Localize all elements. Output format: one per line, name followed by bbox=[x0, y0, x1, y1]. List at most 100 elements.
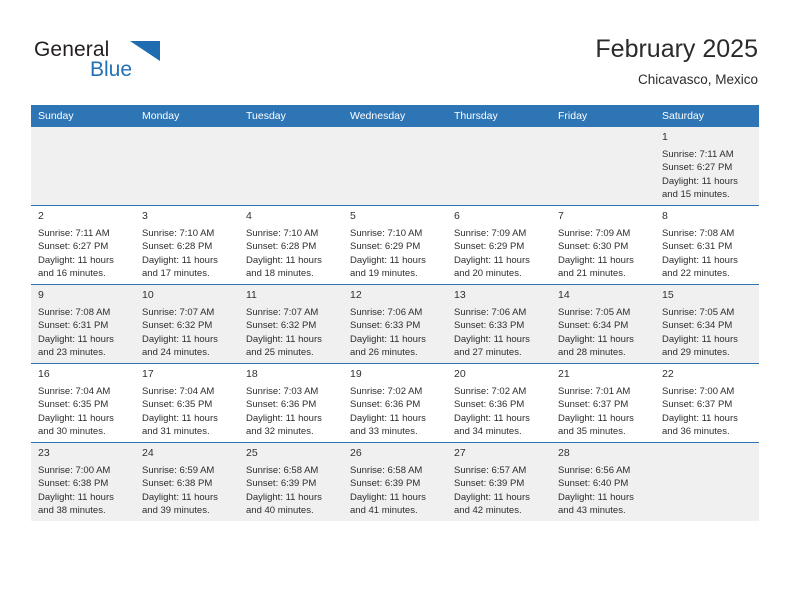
sunrise-text: Sunrise: 6:59 AM bbox=[142, 465, 215, 476]
sunset-text: Sunset: 6:29 PM bbox=[350, 241, 421, 253]
calendar-day-cell[interactable]: 25 Sunrise: 6:58 AM Sunset: 6:39 PM Dayligh… bbox=[239, 442, 343, 521]
day-number: 13 bbox=[454, 289, 466, 301]
calendar-day-cell[interactable]: 2 Sunrise: 7:11 AM Sunset: 6:27 PM Daylight… bbox=[31, 205, 135, 285]
daylight-text-line2: and 39 minutes. bbox=[142, 505, 210, 517]
calendar-week-row: 9 Sunrise: 7:08 AM Sunset: 6:31 PM Daylight… bbox=[31, 284, 759, 364]
day-details: Sunrise: 7:11 AM Sunset: 6:27 PM Daylight:… bbox=[655, 147, 759, 202]
brand-logo[interactable]: General Blue bbox=[34, 38, 214, 88]
sunrise-text: Sunrise: 7:00 AM bbox=[38, 465, 111, 476]
day-details: Sunrise: 7:08 AM Sunset: 6:31 PM Daylight:… bbox=[31, 305, 135, 360]
day-number: 5 bbox=[350, 210, 356, 222]
sunrise-text: Sunrise: 7:10 AM bbox=[142, 228, 215, 239]
sunrise-text: Sunrise: 7:11 AM bbox=[38, 228, 110, 239]
day-details: Sunrise: 7:10 AM Sunset: 6:29 PM Daylight:… bbox=[343, 226, 447, 281]
day-number: 19 bbox=[350, 368, 362, 380]
calendar-empty-cell bbox=[31, 127, 135, 206]
calendar-day-cell[interactable]: 11 Sunrise: 7:07 AM Sunset: 6:32 PM Dayligh… bbox=[239, 284, 343, 364]
daylight-text-line1: Daylight: 11 hours bbox=[454, 333, 530, 345]
day-number: 2 bbox=[38, 210, 44, 222]
calendar-day-cell[interactable]: 21 Sunrise: 7:01 AM Sunset: 6:37 PM Dayligh… bbox=[551, 363, 655, 443]
brand-name-blue: Blue bbox=[90, 58, 133, 81]
day-details: Sunrise: 7:03 AM Sunset: 6:36 PM Daylight:… bbox=[239, 384, 343, 439]
daylight-text-line2: and 27 minutes. bbox=[454, 347, 522, 359]
sunrise-text: Sunrise: 7:04 AM bbox=[38, 386, 111, 397]
calendar-day-cell[interactable]: 16 Sunrise: 7:04 AM Sunset: 6:35 PM Dayligh… bbox=[31, 363, 135, 443]
calendar-week-row: 1 Sunrise: 7:11 AM Sunset: 6:27 PM Daylight… bbox=[31, 127, 759, 206]
calendar-day-cell[interactable]: 5 Sunrise: 7:10 AM Sunset: 6:29 PM Daylight… bbox=[343, 205, 447, 285]
sunrise-text: Sunrise: 7:04 AM bbox=[142, 386, 215, 397]
page-subtitle: Chicavasco, Mexico bbox=[637, 72, 758, 87]
calendar-day-cell[interactable]: 28 Sunrise: 6:56 AM Sunset: 6:40 PM Dayligh… bbox=[551, 442, 655, 521]
day-details: Sunrise: 6:59 AM Sunset: 6:38 PM Daylight:… bbox=[135, 463, 239, 518]
daylight-text-line1: Daylight: 11 hours bbox=[142, 333, 218, 345]
daylight-text-line2: and 29 minutes. bbox=[662, 347, 730, 359]
daylight-text-line1: Daylight: 11 hours bbox=[38, 333, 114, 345]
sunset-text: Sunset: 6:37 PM bbox=[662, 399, 733, 411]
sunrise-text: Sunrise: 7:10 AM bbox=[246, 228, 319, 239]
calendar-day-cell[interactable]: 24 Sunrise: 6:59 AM Sunset: 6:38 PM Dayligh… bbox=[135, 442, 239, 521]
calendar-day-cell[interactable]: 20 Sunrise: 7:02 AM Sunset: 6:36 PM Dayligh… bbox=[447, 363, 551, 443]
daylight-text-line2: and 17 minutes. bbox=[142, 268, 210, 280]
calendar-day-cell[interactable]: 6 Sunrise: 7:09 AM Sunset: 6:29 PM Daylight… bbox=[447, 205, 551, 285]
calendar-day-cell[interactable]: 26 Sunrise: 6:58 AM Sunset: 6:39 PM Dayligh… bbox=[343, 442, 447, 521]
daylight-text-line2: and 26 minutes. bbox=[350, 347, 418, 359]
daylight-text-line1: Daylight: 11 hours bbox=[142, 254, 218, 266]
calendar-day-cell[interactable]: 17 Sunrise: 7:04 AM Sunset: 6:35 PM Dayligh… bbox=[135, 363, 239, 443]
day-details: Sunrise: 7:07 AM Sunset: 6:32 PM Daylight:… bbox=[239, 305, 343, 360]
daylight-text-line2: and 34 minutes. bbox=[454, 426, 522, 438]
calendar-day-cell[interactable]: 19 Sunrise: 7:02 AM Sunset: 6:36 PM Dayligh… bbox=[343, 363, 447, 443]
day-number: 20 bbox=[454, 368, 466, 380]
daylight-text-line2: and 32 minutes. bbox=[246, 426, 314, 438]
sunrise-text: Sunrise: 7:09 AM bbox=[454, 228, 527, 239]
sunrise-text: Sunrise: 6:58 AM bbox=[246, 465, 319, 476]
calendar-day-cell[interactable]: 12 Sunrise: 7:06 AM Sunset: 6:33 PM Dayligh… bbox=[343, 284, 447, 364]
calendar-empty-cell bbox=[447, 127, 551, 206]
weekday-header-friday: Friday bbox=[551, 105, 655, 127]
sunrise-text: Sunrise: 6:58 AM bbox=[350, 465, 423, 476]
calendar-day-cell[interactable]: 1 Sunrise: 7:11 AM Sunset: 6:27 PM Daylight… bbox=[655, 127, 759, 206]
sunrise-text: Sunrise: 7:03 AM bbox=[246, 386, 319, 397]
triangle-icon bbox=[130, 41, 160, 61]
day-details: Sunrise: 6:56 AM Sunset: 6:40 PM Daylight:… bbox=[551, 463, 655, 518]
day-details: Sunrise: 7:06 AM Sunset: 6:33 PM Daylight:… bbox=[343, 305, 447, 360]
calendar-day-cell[interactable]: 13 Sunrise: 7:06 AM Sunset: 6:33 PM Dayligh… bbox=[447, 284, 551, 364]
calendar-day-cell[interactable]: 4 Sunrise: 7:10 AM Sunset: 6:28 PM Daylight… bbox=[239, 205, 343, 285]
day-details: Sunrise: 7:01 AM Sunset: 6:37 PM Daylight:… bbox=[551, 384, 655, 439]
daylight-text-line2: and 30 minutes. bbox=[38, 426, 106, 438]
daylight-text-line1: Daylight: 11 hours bbox=[662, 333, 738, 345]
calendar-day-cell[interactable]: 7 Sunrise: 7:09 AM Sunset: 6:30 PM Daylight… bbox=[551, 205, 655, 285]
daylight-text-line2: and 24 minutes. bbox=[142, 347, 210, 359]
day-number: 24 bbox=[142, 447, 154, 459]
calendar-empty-cell bbox=[343, 127, 447, 206]
weekday-header-thursday: Thursday bbox=[447, 105, 551, 127]
day-number: 4 bbox=[246, 210, 252, 222]
sunset-text: Sunset: 6:29 PM bbox=[454, 241, 525, 253]
calendar-day-cell[interactable]: 18 Sunrise: 7:03 AM Sunset: 6:36 PM Dayligh… bbox=[239, 363, 343, 443]
calendar-day-cell[interactable]: 3 Sunrise: 7:10 AM Sunset: 6:28 PM Daylight… bbox=[135, 205, 239, 285]
daylight-text-line1: Daylight: 11 hours bbox=[454, 491, 530, 503]
sunset-text: Sunset: 6:34 PM bbox=[558, 320, 629, 332]
calendar-day-cell[interactable]: 14 Sunrise: 7:05 AM Sunset: 6:34 PM Dayligh… bbox=[551, 284, 655, 364]
sunset-text: Sunset: 6:35 PM bbox=[38, 399, 109, 411]
daylight-text-line2: and 15 minutes. bbox=[662, 189, 730, 201]
sunset-text: Sunset: 6:30 PM bbox=[558, 241, 629, 253]
calendar-day-cell[interactable]: 8 Sunrise: 7:08 AM Sunset: 6:31 PM Daylight… bbox=[655, 205, 759, 285]
daylight-text-line1: Daylight: 11 hours bbox=[246, 333, 322, 345]
calendar-day-cell[interactable]: 22 Sunrise: 7:00 AM Sunset: 6:37 PM Dayligh… bbox=[655, 363, 759, 443]
calendar-day-cell[interactable]: 23 Sunrise: 7:00 AM Sunset: 6:38 PM Dayligh… bbox=[31, 442, 135, 521]
sunset-text: Sunset: 6:28 PM bbox=[142, 241, 213, 253]
daylight-text-line2: and 33 minutes. bbox=[350, 426, 418, 438]
calendar-day-cell[interactable]: 10 Sunrise: 7:07 AM Sunset: 6:32 PM Dayligh… bbox=[135, 284, 239, 364]
daylight-text-line2: and 23 minutes. bbox=[38, 347, 106, 359]
calendar-day-cell[interactable]: 15 Sunrise: 7:05 AM Sunset: 6:34 PM Dayligh… bbox=[655, 284, 759, 364]
page-title: February 2025 bbox=[595, 35, 758, 63]
day-number: 14 bbox=[558, 289, 570, 301]
sunset-text: Sunset: 6:39 PM bbox=[350, 478, 421, 490]
day-details: Sunrise: 7:05 AM Sunset: 6:34 PM Daylight:… bbox=[655, 305, 759, 360]
daylight-text-line1: Daylight: 11 hours bbox=[662, 412, 738, 424]
calendar-day-cell[interactable]: 9 Sunrise: 7:08 AM Sunset: 6:31 PM Daylight… bbox=[31, 284, 135, 364]
daylight-text-line2: and 43 minutes. bbox=[558, 505, 626, 517]
sunrise-text: Sunrise: 7:02 AM bbox=[350, 386, 423, 397]
calendar-day-cell[interactable]: 27 Sunrise: 6:57 AM Sunset: 6:39 PM Dayligh… bbox=[447, 442, 551, 521]
day-number: 17 bbox=[142, 368, 154, 380]
